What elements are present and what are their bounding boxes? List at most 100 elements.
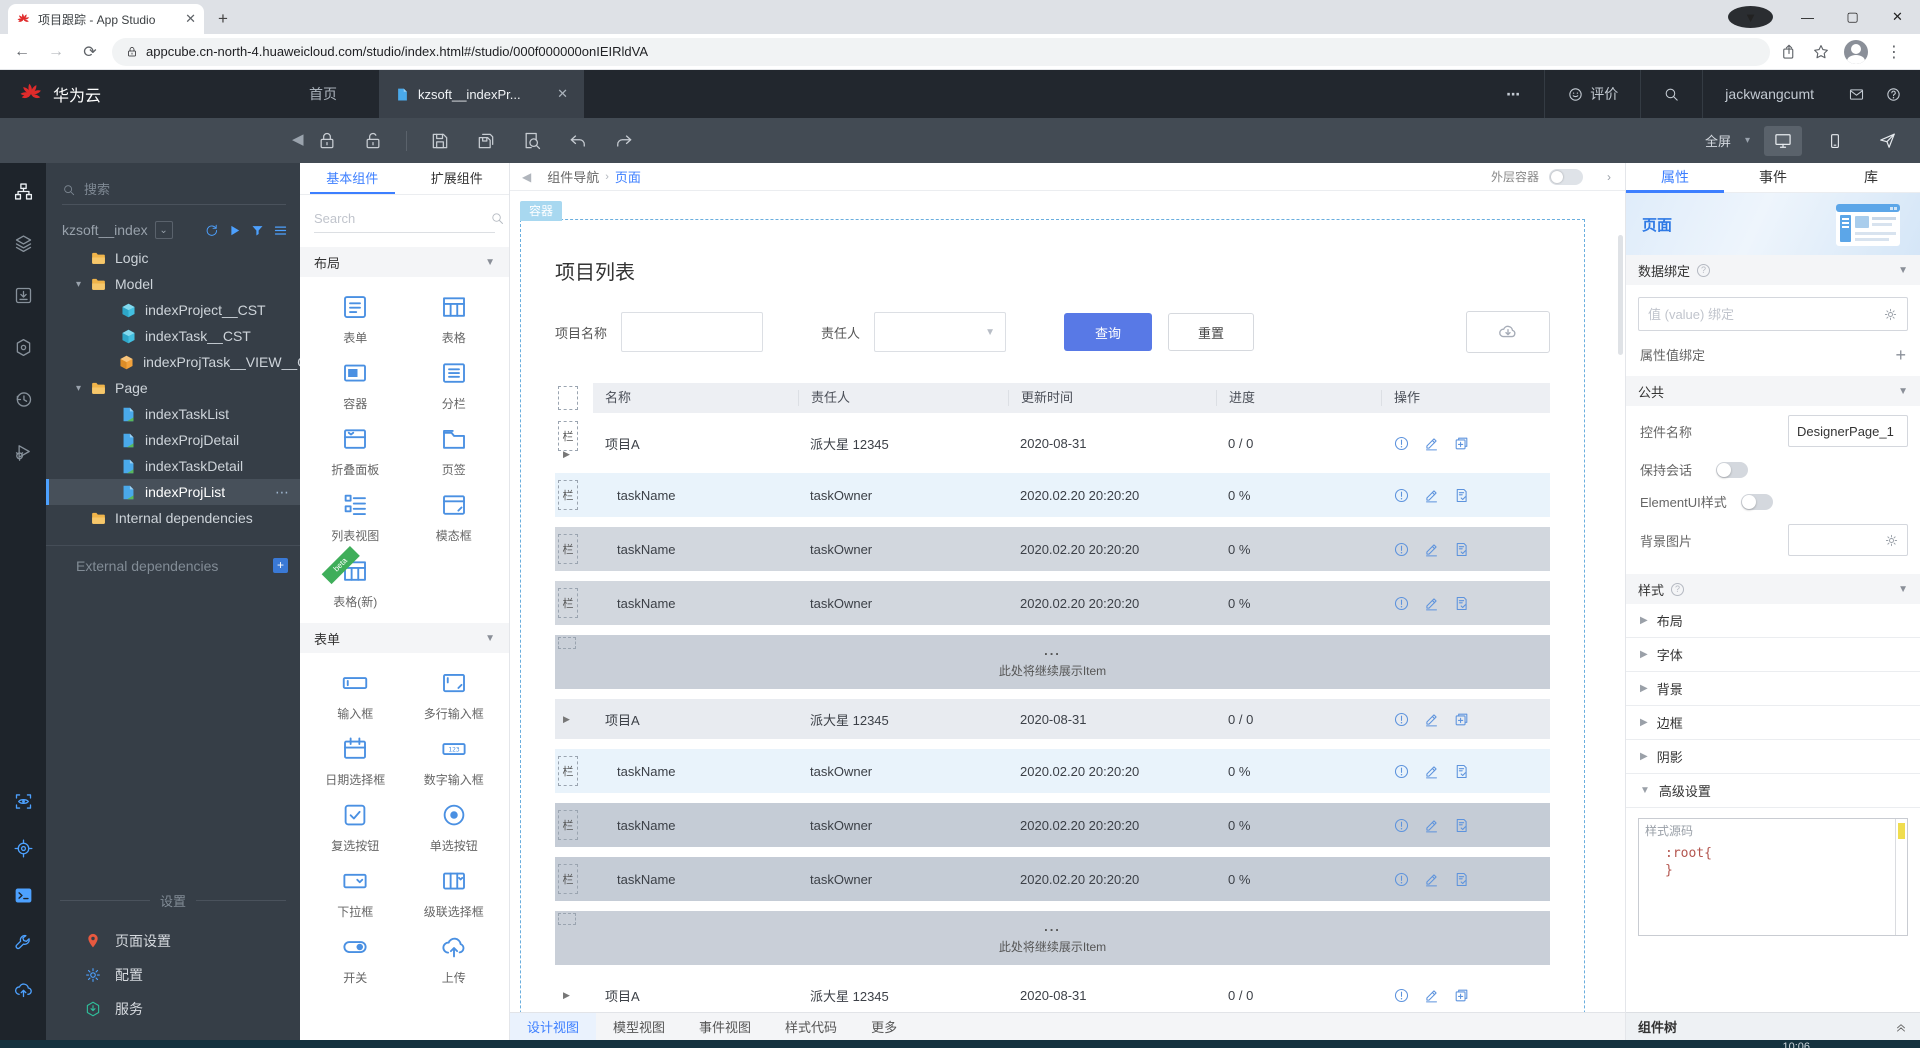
op-edit-icon[interactable] bbox=[1423, 817, 1440, 834]
column-header-操作[interactable]: 操作 bbox=[1381, 390, 1552, 406]
op-add-icon[interactable] bbox=[1453, 711, 1470, 728]
preview-icon[interactable] bbox=[522, 131, 542, 151]
undo-icon[interactable] bbox=[568, 131, 588, 151]
palette-collapse-icon[interactable]: ◀ bbox=[522, 170, 531, 184]
section-style[interactable]: 样式 ? ▼ bbox=[1626, 574, 1920, 604]
table-gutter-marker[interactable] bbox=[558, 913, 576, 925]
tree-item-Page[interactable]: ▾ Page bbox=[46, 375, 300, 401]
new-tab-button[interactable]: + bbox=[210, 6, 236, 32]
palette-item-多行输入框[interactable]: 多行输入框 bbox=[405, 661, 504, 727]
column-marker[interactable]: 栏 bbox=[558, 480, 578, 510]
add-dependency-icon[interactable]: + bbox=[273, 558, 288, 573]
view-tab-样式代码[interactable]: 样式代码 bbox=[768, 1013, 854, 1040]
tree-item-indexProjList[interactable]: indexProjList ⋯ bbox=[46, 479, 300, 505]
browser-profile-avatar[interactable] bbox=[1844, 39, 1868, 64]
item-menu-dots-icon[interactable]: ⋯ bbox=[275, 484, 290, 501]
op-check-icon[interactable] bbox=[1453, 595, 1470, 612]
op-check-icon[interactable] bbox=[1453, 871, 1470, 888]
header-more-menu[interactable]: ⋯ bbox=[1484, 70, 1544, 118]
expand-row-icon[interactable]: ▶ bbox=[563, 990, 570, 1001]
column-header-更新时间[interactable]: 更新时间 bbox=[1008, 390, 1216, 406]
op-info-icon[interactable] bbox=[1393, 711, 1410, 728]
bars-icon[interactable] bbox=[273, 223, 288, 238]
palette-item-下拉框[interactable]: 下拉框 bbox=[306, 859, 405, 925]
op-info-icon[interactable] bbox=[1393, 763, 1410, 780]
column-marker[interactable]: 栏 bbox=[558, 534, 578, 564]
task-row[interactable]: 栏 taskName taskOwner 2020.02.20 20:20:20 0 % bbox=[555, 749, 1550, 793]
palette-item-复选按钮[interactable]: 复选按钮 bbox=[306, 793, 405, 859]
gear-icon[interactable] bbox=[1884, 533, 1899, 548]
play-icon[interactable] bbox=[227, 223, 242, 238]
view-tab-模型视图[interactable]: 模型视图 bbox=[596, 1013, 682, 1040]
browser-menu-icon[interactable]: ⋮ bbox=[1882, 42, 1906, 62]
palette-item-表单[interactable]: 表单 bbox=[306, 285, 405, 351]
device-desktop-button[interactable] bbox=[1764, 125, 1802, 156]
palette-item-页签[interactable]: 页签 bbox=[405, 417, 504, 483]
bg-image-field[interactable] bbox=[1788, 524, 1908, 556]
palette-item-容器[interactable]: 容器 bbox=[306, 351, 405, 417]
project-row[interactable]: ▶ 项目A 派大星 12345 2020-08-31 0 / 0 bbox=[555, 699, 1550, 739]
page-title[interactable]: 项目列表 bbox=[555, 220, 1550, 285]
inspector-collapse-icon[interactable]: › bbox=[1607, 170, 1611, 184]
browser-update-badge[interactable]: ▼ bbox=[1728, 6, 1773, 28]
op-info-icon[interactable] bbox=[1393, 987, 1410, 1004]
control-name-input[interactable] bbox=[1788, 415, 1908, 447]
expand-row-icon[interactable]: ▶ bbox=[563, 449, 570, 460]
table-gutter-marker[interactable] bbox=[558, 386, 578, 410]
value-binding-field[interactable] bbox=[1638, 297, 1908, 331]
preview-button[interactable] bbox=[1868, 126, 1906, 156]
section-data-binding[interactable]: 数据绑定 ? ▼ bbox=[1626, 255, 1920, 285]
table-gutter-marker[interactable] bbox=[558, 637, 576, 649]
rail-history-icon[interactable] bbox=[13, 389, 34, 410]
column-marker[interactable]: 栏 bbox=[558, 864, 578, 894]
document-tab-close-icon[interactable]: ✕ bbox=[557, 86, 568, 102]
op-edit-icon[interactable] bbox=[1423, 871, 1440, 888]
value-binding-input[interactable] bbox=[1648, 306, 1883, 322]
tab-events[interactable]: 事件 bbox=[1724, 163, 1822, 192]
style-section-布局[interactable]: ▶ 布局 bbox=[1626, 604, 1920, 638]
tab-basic-components[interactable]: 基本组件 bbox=[300, 163, 405, 194]
op-info-icon[interactable] bbox=[1393, 541, 1410, 558]
explorer-search[interactable] bbox=[62, 175, 286, 205]
palette-item-表格(新)[interactable]: beta 表格(新) bbox=[306, 545, 405, 615]
breadcrumb-current[interactable]: 页面 bbox=[615, 167, 641, 186]
palette-item-日期选择框[interactable]: 日期选择框 bbox=[306, 727, 405, 793]
bookmark-star-icon[interactable] bbox=[1812, 43, 1830, 61]
rail-target-icon[interactable] bbox=[13, 838, 34, 859]
settings-item-页面设置[interactable]: 页面设置 bbox=[46, 924, 300, 958]
op-edit-icon[interactable] bbox=[1423, 763, 1440, 780]
back-icon[interactable]: ← bbox=[10, 43, 34, 61]
reset-button[interactable]: 重置 bbox=[1168, 313, 1255, 351]
op-edit-icon[interactable] bbox=[1423, 987, 1440, 1004]
container-tag[interactable]: 容器 bbox=[520, 201, 563, 221]
owner-select[interactable]: ▼ bbox=[874, 312, 1007, 352]
tab-properties[interactable]: 属性 bbox=[1626, 163, 1724, 193]
column-header-名称[interactable]: 名称 bbox=[593, 390, 798, 406]
window-maximize-button[interactable]: ▢ bbox=[1830, 9, 1875, 25]
op-check-icon[interactable] bbox=[1453, 487, 1470, 504]
redo-icon[interactable] bbox=[614, 131, 634, 151]
gear-icon[interactable] bbox=[1883, 307, 1898, 322]
explorer-search-input[interactable] bbox=[84, 182, 234, 197]
tree-item-Internal dependencies[interactable]: Internal dependencies bbox=[46, 505, 300, 531]
palette-item-数字输入框[interactable]: 123 数字输入框 bbox=[405, 727, 504, 793]
design-canvas[interactable]: 容器 项目列表 项目名称 责任人 ▼ 查询 重置 名称 责任人 更新时间 进度 操作 bbox=[510, 191, 1625, 1012]
op-edit-icon[interactable] bbox=[1423, 487, 1440, 504]
tree-item-indexTask__CST[interactable]: indexTask__CST bbox=[46, 323, 300, 349]
column-marker[interactable]: 栏 bbox=[558, 756, 578, 786]
op-info-icon[interactable] bbox=[1393, 871, 1410, 888]
palette-item-输入框[interactable]: 输入框 bbox=[306, 661, 405, 727]
style-section-背景[interactable]: ▶ 背景 bbox=[1626, 672, 1920, 706]
reload-icon[interactable]: ⟳ bbox=[78, 42, 102, 62]
op-check-icon[interactable] bbox=[1453, 763, 1470, 780]
expand-arrow-icon[interactable]: ▾ bbox=[76, 383, 90, 394]
task-row[interactable]: 栏 taskName taskOwner 2020.02.20 20:20:20 0 % bbox=[555, 803, 1550, 847]
device-mobile-button[interactable] bbox=[1816, 126, 1854, 156]
tree-item-indexProjDetail[interactable]: indexProjDetail bbox=[46, 427, 300, 453]
rail-wrench-icon[interactable] bbox=[13, 932, 34, 953]
op-info-icon[interactable] bbox=[1393, 817, 1410, 834]
style-source-code[interactable]: :root{ } bbox=[1665, 845, 1907, 879]
style-section-高级设置[interactable]: ▼ 高级设置 bbox=[1626, 774, 1920, 808]
view-tab-事件视图[interactable]: 事件视图 bbox=[682, 1013, 768, 1040]
feedback-button[interactable]: 评价 bbox=[1545, 70, 1640, 118]
